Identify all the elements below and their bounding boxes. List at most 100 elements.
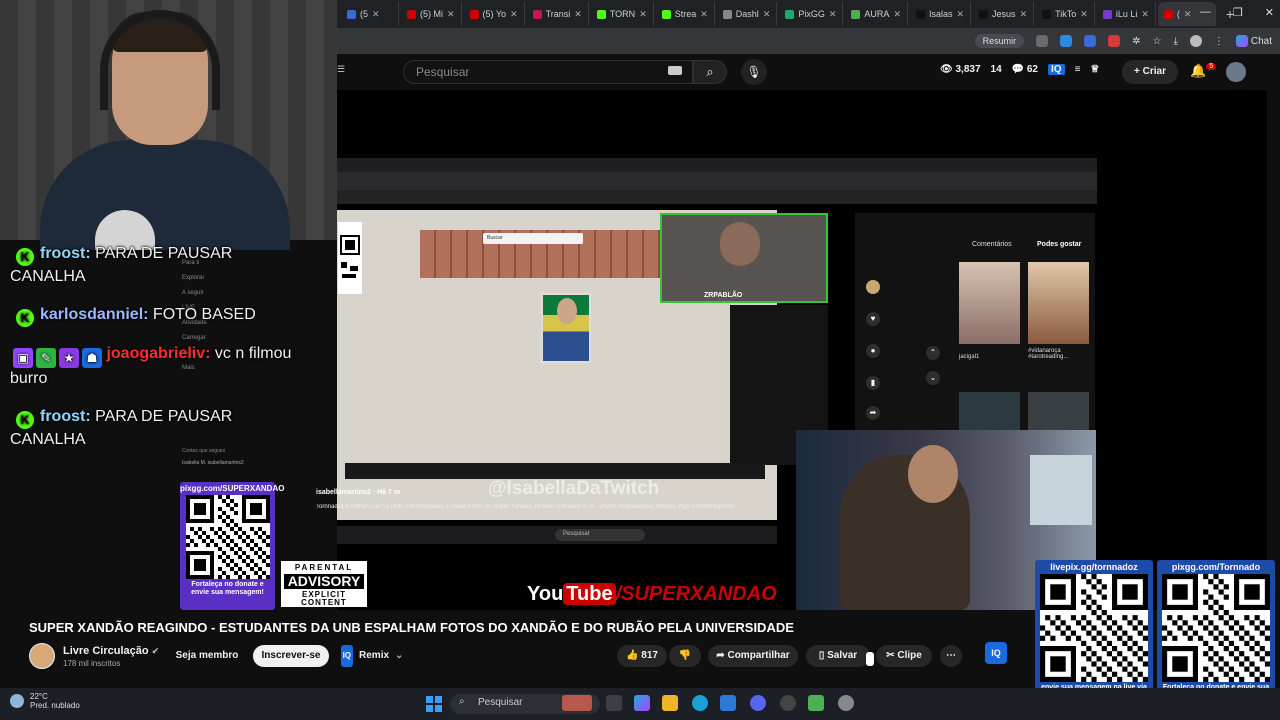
puzzle-icon[interactable]: ✲ bbox=[1132, 36, 1140, 47]
thumbnail-caption: #vidanaroça #tarotreading... bbox=[1028, 348, 1069, 360]
notifications-bell-icon[interactable]: 🔔 5 bbox=[1190, 63, 1217, 79]
share-icon: ➦ bbox=[866, 406, 880, 420]
inner-thumbnail bbox=[1028, 262, 1089, 344]
close-tab-icon[interactable]: ✕ bbox=[700, 9, 708, 20]
close-tab-icon[interactable]: ✕ bbox=[639, 9, 647, 20]
close-tab-icon[interactable]: ✕ bbox=[1080, 9, 1088, 20]
resume-button[interactable]: Resumir bbox=[974, 34, 1025, 48]
list-icon[interactable]: ≡ bbox=[1075, 64, 1081, 75]
browser-tab[interactable]: AURA ✕ bbox=[845, 2, 908, 26]
copilot-taskbar-icon[interactable] bbox=[634, 695, 650, 711]
bookmark-star-icon[interactable]: ☆ bbox=[1152, 36, 1161, 47]
browser-tab[interactable]: TikTo ✕ bbox=[1036, 2, 1095, 26]
share-button[interactable]: ➦ Compartilhar bbox=[708, 645, 798, 667]
window-controls: — ❐ ✕ bbox=[1200, 6, 1274, 19]
maximize-icon[interactable]: ❐ bbox=[1233, 6, 1243, 19]
close-tab-icon[interactable]: ✕ bbox=[1141, 9, 1149, 20]
minimize-icon[interactable]: — bbox=[1200, 6, 1211, 19]
browser-tab-strip: (5 ✕ (5) Mi ✕ (5) Yo ✕ Transi ✕ TORN ✕ Strea ✕ Dashl… bbox=[337, 0, 1280, 28]
app-icon[interactable] bbox=[808, 695, 824, 711]
account-avatar[interactable] bbox=[1226, 62, 1246, 82]
dislike-button[interactable]: 👎 bbox=[669, 645, 701, 667]
store-icon[interactable] bbox=[720, 695, 736, 711]
chat-button[interactable]: Chat bbox=[1251, 36, 1272, 47]
create-button[interactable]: + Criar bbox=[1122, 60, 1178, 84]
extension-icon[interactable] bbox=[1108, 35, 1121, 47]
inner-chat-input-bar bbox=[345, 463, 765, 479]
hamburger-icon[interactable]: ☰ bbox=[337, 64, 345, 75]
file-explorer-icon[interactable] bbox=[662, 695, 678, 711]
chat-text: FOTO BASED bbox=[148, 306, 256, 323]
keyboard-icon[interactable] bbox=[668, 66, 682, 75]
channel-name[interactable]: Livre Circulação ✔ bbox=[63, 645, 159, 657]
menu-dots-icon[interactable]: ⋮ bbox=[1214, 36, 1224, 47]
close-tab-icon[interactable]: ✕ bbox=[574, 9, 582, 20]
extension-icon[interactable] bbox=[1084, 35, 1097, 47]
app-icon[interactable] bbox=[780, 695, 796, 711]
browser-tab[interactable]: Dashl ✕ bbox=[717, 2, 778, 26]
close-tab-icon[interactable]: ✕ bbox=[957, 9, 965, 20]
windows-start-icon[interactable] bbox=[426, 696, 442, 712]
profile-icon[interactable] bbox=[1189, 35, 1202, 47]
close-tab-icon[interactable]: ✕ bbox=[893, 9, 901, 20]
close-tab-icon[interactable]: ✕ bbox=[372, 9, 380, 20]
chat-username: karlosdanniel bbox=[40, 306, 144, 323]
weather-widget[interactable]: 22°C Pred. nublado bbox=[10, 692, 80, 710]
video-watermark: @IsabellaDaTwitch bbox=[488, 478, 660, 499]
inner-thumbnail bbox=[959, 262, 1020, 344]
task-view-icon[interactable] bbox=[606, 695, 622, 711]
more-actions-button[interactable]: ⋯ bbox=[940, 645, 962, 667]
close-window-icon[interactable]: ✕ bbox=[1265, 6, 1274, 19]
close-tab-icon[interactable]: ✕ bbox=[510, 9, 518, 20]
trophy-icon[interactable]: ♕ bbox=[1090, 64, 1099, 75]
search-input[interactable]: Pesquisar bbox=[403, 60, 693, 84]
close-tab-icon[interactable]: ✕ bbox=[1020, 9, 1028, 20]
browser-tab[interactable]: Transi ✕ bbox=[527, 2, 589, 26]
share-icon: ➦ bbox=[716, 650, 725, 661]
copilot-icon[interactable] bbox=[1235, 35, 1248, 47]
subscribe-button[interactable]: Inscrever-se bbox=[253, 645, 329, 667]
inner-bookmarks-bar bbox=[337, 190, 1097, 204]
close-tab-icon[interactable]: ✕ bbox=[447, 9, 455, 20]
tab-label: TikTo bbox=[1055, 9, 1077, 19]
browser-tab[interactable]: iLu Li ✕ bbox=[1097, 2, 1156, 26]
close-tab-icon[interactable]: ✕ bbox=[1184, 9, 1192, 20]
voice-search-button[interactable]: 🎙 bbox=[741, 59, 767, 85]
channel-avatar[interactable] bbox=[29, 643, 55, 669]
browser-tab[interactable]: TORN ✕ bbox=[591, 2, 654, 26]
search-icon: ⌕ bbox=[459, 696, 465, 707]
browser-tab[interactable]: Isalas ✕ bbox=[910, 2, 972, 26]
extension-icon[interactable] bbox=[1036, 35, 1049, 47]
tab-favicon-icon bbox=[407, 9, 416, 19]
badge-icon: ☗ bbox=[82, 348, 102, 368]
settings-gear-icon[interactable] bbox=[838, 695, 854, 711]
remix-button[interactable]: IQ Remix ⌄ bbox=[336, 645, 408, 667]
browser-tab[interactable]: Strea ✕ bbox=[656, 2, 715, 26]
iq-extension-icon[interactable]: IQ bbox=[1048, 64, 1065, 75]
tab-favicon-icon bbox=[785, 9, 795, 19]
save-button[interactable]: ▯ Salvar bbox=[806, 645, 870, 667]
search-button[interactable]: ⌕ bbox=[693, 60, 727, 84]
close-tab-icon[interactable]: ✕ bbox=[763, 9, 771, 20]
like-button[interactable]: 👍 817 bbox=[617, 645, 667, 667]
tab-label: Isalas bbox=[928, 9, 953, 19]
browser-tab[interactable]: (5) Yo ✕ bbox=[464, 2, 525, 26]
clip-button[interactable]: ✂ Clipe bbox=[876, 645, 932, 667]
extension-icon[interactable] bbox=[1060, 35, 1073, 47]
notification-badge: 5 bbox=[1206, 63, 1217, 70]
heart-icon: ♥ bbox=[866, 312, 880, 326]
iq-extension-button[interactable]: IQ bbox=[985, 642, 1007, 664]
browser-tab[interactable]: Jesus ✕ bbox=[973, 2, 1035, 26]
discord-icon[interactable] bbox=[750, 695, 766, 711]
edge-icon[interactable] bbox=[692, 695, 708, 711]
qr-code-image bbox=[1040, 574, 1148, 682]
browser-tab[interactable]: PixGG ✕ bbox=[779, 2, 844, 26]
inner-video-caption: Tornnadoz e nathan vão na UNB (Universid… bbox=[316, 504, 734, 510]
download-icon[interactable]: ⤓ bbox=[1173, 36, 1177, 47]
browser-tab[interactable]: (5 ✕ bbox=[341, 2, 399, 26]
close-tab-icon[interactable]: ✕ bbox=[829, 9, 837, 20]
join-button[interactable]: Seja membro bbox=[168, 645, 246, 667]
browser-tab[interactable]: (5) Mi ✕ bbox=[401, 2, 462, 26]
chat-message: Kkarlosdanniel: FOTO BASED bbox=[10, 304, 310, 327]
tab-label: ( bbox=[1176, 9, 1180, 19]
